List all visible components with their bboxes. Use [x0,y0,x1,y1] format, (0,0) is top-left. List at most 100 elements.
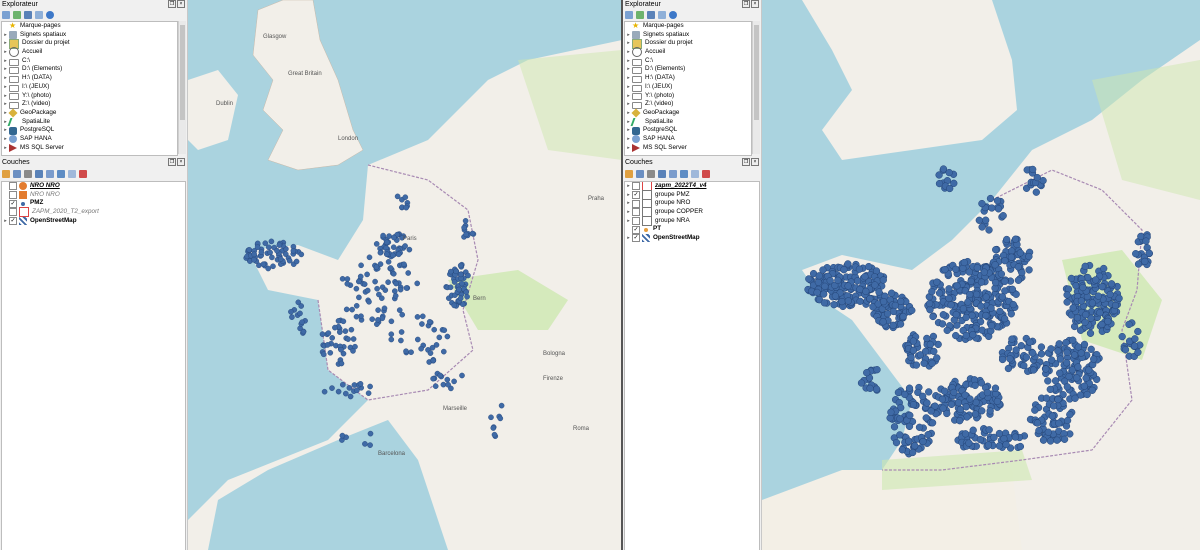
layer-visibility-checkbox[interactable] [9,191,17,200]
expand-arrow-icon[interactable]: ▸ [2,135,9,144]
browser-item[interactable]: ▸ D:\ (Elements) [2,65,177,75]
browser-item[interactable]: ▸ H:\ (DATA) [2,74,177,83]
add-group-icon[interactable] [13,170,21,178]
remove-layer-icon[interactable] [79,170,87,178]
expand-arrow-icon[interactable]: ▸ [2,83,9,92]
layer-visibility-checkbox[interactable]: ✓ [632,234,640,243]
layer-item[interactable]: ✓ PT [625,225,759,234]
filter-icon[interactable] [647,11,655,19]
browser-item[interactable]: ▸ Signets spatiaux [2,31,177,40]
visibility-icon[interactable] [24,170,32,178]
close-panel-icon[interactable]: × [177,0,185,8]
layer-visibility-checkbox[interactable]: ✓ [9,217,17,226]
expand-arrow-icon[interactable]: ▸ [625,92,632,101]
layer-visibility-checkbox[interactable]: ✓ [632,225,640,234]
browser-item[interactable]: ▸ Accueil [625,47,751,58]
browser-item[interactable]: ▸ Y:\ (photo) [625,92,751,101]
info-icon[interactable] [669,11,677,19]
close-panel-icon[interactable]: × [751,0,759,8]
browser-item[interactable]: ▸ Y:\ (photo) [2,92,177,101]
browser-item[interactable]: ★ Marque-pages [2,22,177,31]
layer-item[interactable]: ✓ PMZ [2,199,185,208]
layer-item[interactable]: ZAPM_2020_T2_export [2,207,185,218]
layer-item[interactable]: NRO NRO [2,191,185,200]
expand-arrow-icon[interactable]: ▸ [2,48,9,57]
style-icon[interactable] [2,170,10,178]
visibility-icon[interactable] [647,170,655,178]
browser-item[interactable]: ★ Marque-pages [625,22,751,31]
expand-arrow-icon[interactable]: ▸ [625,48,632,57]
expand-arrow-icon[interactable]: ▸ [2,39,9,48]
expand-arrow-icon[interactable]: ▸ [625,126,632,135]
layer-item[interactable]: ▸ ✓ OpenStreetMap [625,234,759,243]
expand-arrow-icon[interactable]: ▸ [625,199,632,208]
refresh-icon[interactable] [636,11,644,19]
browser-item[interactable]: ▸ SAP HANA [2,135,177,144]
browser-item[interactable]: ▸ Z:\ (video) [2,100,177,110]
expand-all-icon[interactable] [57,170,65,178]
filter-expression-icon[interactable] [46,170,54,178]
add-layer-icon[interactable] [625,11,633,19]
layer-visibility-checkbox[interactable] [632,208,640,217]
add-group-icon[interactable] [636,170,644,178]
expand-arrow-icon[interactable]: ▸ [2,92,9,101]
layer-visibility-checkbox[interactable] [632,182,640,191]
browser-item[interactable]: ▸ Dossier du projet [625,38,751,49]
layer-item[interactable]: NRO NRO [2,182,185,191]
expand-arrow-icon[interactable]: ▸ [2,217,9,226]
layer-visibility-checkbox[interactable]: ✓ [9,199,17,208]
browser-item[interactable]: ▸ C:\ [625,57,751,66]
collapse-all-icon[interactable] [68,170,76,178]
refresh-icon[interactable] [13,11,21,19]
float-panel-icon[interactable]: ❐ [168,0,176,8]
browser-item[interactable]: ▸ SAP HANA [625,135,751,144]
expand-arrow-icon[interactable]: ▸ [625,31,632,40]
expand-arrow-icon[interactable]: ▸ [625,135,632,144]
expand-arrow-icon[interactable]: ▸ [625,57,632,66]
expand-arrow-icon[interactable]: ▸ [2,57,9,66]
expand-arrow-icon[interactable]: ▸ [625,83,632,92]
info-icon[interactable] [46,11,54,19]
browser-item[interactable]: ▸ I:\ (JEUX) [625,83,751,92]
browser-item[interactable]: ▸ H:\ (DATA) [625,74,751,83]
browser-item[interactable]: ▸ SpatiaLite [2,118,177,127]
expand-arrow-icon[interactable]: ▸ [625,100,632,109]
expand-arrow-icon[interactable]: ▸ [2,31,9,40]
expand-arrow-icon[interactable]: ▸ [625,144,632,153]
browser-item[interactable]: ▸ Accueil [2,47,177,58]
browser-item[interactable]: ▸ Z:\ (video) [625,100,751,110]
browser-item[interactable]: ▸ D:\ (Elements) [625,65,751,75]
filter-expression-icon[interactable] [669,170,677,178]
browser-scrollbar[interactable] [752,21,760,154]
expand-arrow-icon[interactable]: ▸ [625,65,632,74]
browser-item[interactable]: ▸ C:\ [2,57,177,66]
expand-arrow-icon[interactable]: ▸ [2,126,9,135]
browser-item[interactable]: ▸ MS SQL Server [2,144,177,153]
layer-item[interactable]: ▸ ✓ OpenStreetMap [2,217,185,226]
filter-icon[interactable] [24,11,32,19]
browser-item[interactable]: ▸ MS SQL Server [625,144,751,153]
add-layer-icon[interactable] [2,11,10,19]
browser-item[interactable]: ▸ GeoPackage [2,108,177,118]
expand-all-icon[interactable] [680,170,688,178]
layer-visibility-checkbox[interactable] [9,208,17,217]
expand-arrow-icon[interactable]: ▸ [625,208,632,217]
close-panel-icon[interactable]: × [751,158,759,166]
browser-item[interactable]: ▸ Dossier du projet [2,38,177,49]
browser-item[interactable]: ▸ PostgreSQL [625,126,751,135]
expand-arrow-icon[interactable]: ▸ [625,39,632,48]
layer-visibility-checkbox[interactable] [632,217,640,226]
collapse-all-icon[interactable] [691,170,699,178]
filter-legend-icon[interactable] [35,170,43,178]
filter-legend-icon[interactable] [658,170,666,178]
float-panel-icon[interactable]: ❐ [168,158,176,166]
expand-arrow-icon[interactable]: ▸ [2,144,9,153]
expand-arrow-icon[interactable]: ▸ [625,74,632,83]
collapse-all-icon[interactable] [658,11,666,19]
map-canvas[interactable] [762,0,1200,550]
float-panel-icon[interactable]: ❐ [742,0,750,8]
expand-arrow-icon[interactable]: ▸ [625,182,632,191]
browser-item[interactable]: ▸ I:\ (JEUX) [2,83,177,92]
browser-scrollbar[interactable] [178,21,186,154]
expand-arrow-icon[interactable]: ▸ [2,100,9,109]
